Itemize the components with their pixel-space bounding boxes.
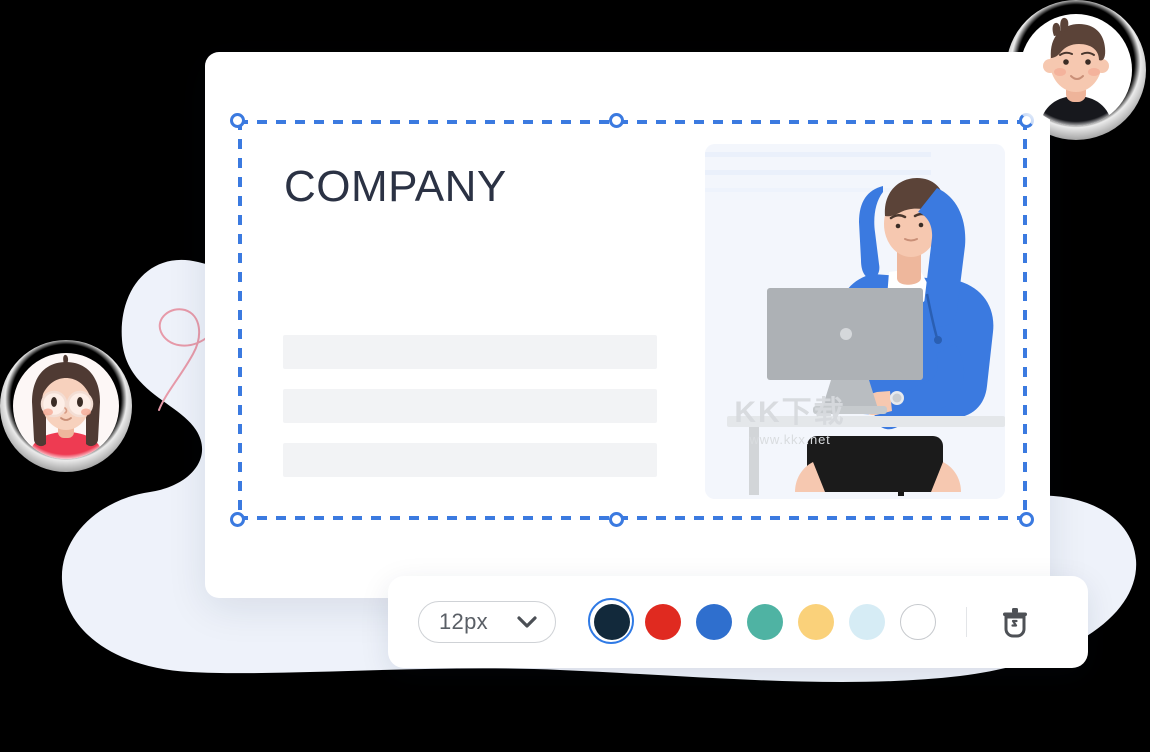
design-canvas-card[interactable]: COMPANY KK下载 www.kkx.net [205,52,1050,598]
swatch-teal[interactable] [747,604,783,640]
avatar-bottom-left[interactable] [10,350,122,462]
handle-bottom-right[interactable] [1019,512,1034,527]
swatch-yellow[interactable] [798,604,834,640]
text-placeholder-bar[interactable] [283,443,657,477]
swatch-light-blue[interactable] [849,604,885,640]
text-placeholder-bar[interactable] [283,389,657,423]
handle-top-left[interactable] [230,113,245,128]
swatch-red[interactable] [645,604,681,640]
swatch-dark-navy[interactable] [588,598,634,644]
font-size-select[interactable]: 12px [418,601,556,643]
handle-bottom-left[interactable] [230,512,245,527]
editor-toolbar: 12px [388,576,1088,668]
text-placeholder-bar[interactable] [283,335,657,369]
canvas: COMPANY KK下载 www.kkx.net 12px [0,0,1150,752]
trash-icon [1000,606,1030,638]
toolbar-divider [966,607,967,637]
color-swatch-group [588,598,936,644]
page-title: COMPANY [284,162,507,211]
handle-top-right[interactable] [1019,113,1034,128]
chevron-down-icon [517,615,537,629]
avatar-top-right[interactable] [1016,10,1136,130]
person-at-computer-illustration[interactable] [705,144,1005,499]
handle-bottom-center[interactable] [609,512,624,527]
font-size-value: 12px [439,609,488,634]
swatch-blue[interactable] [696,604,732,640]
delete-button[interactable] [995,602,1035,642]
handle-top-center[interactable] [609,113,624,128]
swatch-white[interactable] [900,604,936,640]
